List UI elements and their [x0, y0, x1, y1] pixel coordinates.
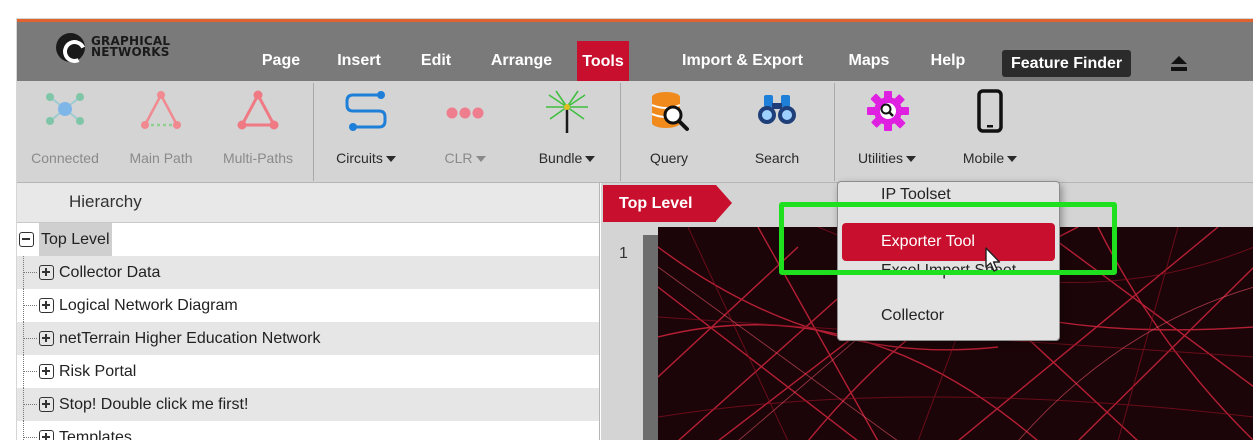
collapse-icon[interactable] — [19, 232, 34, 247]
chevron-down-icon — [1007, 156, 1018, 163]
menu-tools[interactable]: Tools — [577, 41, 629, 84]
database-query-icon — [651, 92, 689, 131]
tree-label[interactable]: Templates — [59, 421, 132, 440]
clr-label: CLR — [444, 150, 473, 166]
menu-item-collector[interactable]: Collector — [838, 299, 1059, 333]
chevron-down-icon — [585, 156, 596, 163]
expand-icon[interactable] — [39, 430, 54, 440]
menu-insert[interactable]: Insert — [320, 43, 398, 79]
menu-edit[interactable]: Edit — [408, 43, 464, 79]
tree-row[interactable]: Logical Network Diagram — [17, 289, 599, 322]
query-label: Query — [649, 150, 689, 166]
tree-row-top-level[interactable]: Top Level — [17, 223, 599, 256]
tree-row[interactable]: netTerrain Higher Education Network — [17, 322, 599, 355]
ribbon-separator — [313, 83, 314, 181]
main-path-icon — [141, 91, 181, 129]
chevron-down-icon — [906, 156, 917, 163]
tree-row[interactable]: Risk Portal — [17, 355, 599, 388]
utilities-label: Utilities — [857, 150, 904, 166]
menu-bar: GRAPHICAL NETWORKS Page Insert Edit Arra… — [17, 19, 1253, 84]
menu-page[interactable]: Page — [243, 43, 319, 79]
tree-row[interactable]: Stop! Double click me first! — [17, 388, 599, 421]
ribbon-separator — [620, 83, 621, 181]
connected-button[interactable]: Connected — [17, 81, 113, 183]
eject-icon[interactable] — [1171, 56, 1187, 71]
tree-label[interactable]: Collector Data — [59, 256, 160, 289]
circuits-icon — [345, 91, 387, 131]
connected-label: Connected — [31, 150, 99, 166]
menu-import-export[interactable]: Import & Export — [665, 43, 820, 79]
logo-text-line2: NETWORKS — [91, 45, 170, 59]
multi-paths-button[interactable]: Multi-Paths — [210, 81, 306, 183]
tree-row[interactable]: Collector Data — [17, 256, 599, 289]
search-button[interactable]: Search — [729, 81, 825, 183]
mobile-phone-icon — [977, 89, 1003, 133]
expand-icon[interactable] — [39, 397, 54, 412]
expand-icon[interactable] — [39, 331, 54, 346]
search-label: Search — [754, 150, 800, 166]
expand-icon[interactable] — [39, 364, 54, 379]
chevron-down-icon — [475, 156, 486, 163]
mouse-pointer-icon — [985, 247, 1001, 272]
tree-label[interactable]: Stop! Double click me first! — [59, 388, 248, 421]
connected-icon — [46, 93, 84, 125]
tree-label[interactable]: Risk Portal — [59, 355, 136, 388]
clr-icon — [446, 107, 484, 119]
expand-icon[interactable] — [39, 298, 54, 313]
tools-ribbon: Connected Main Path Multi-Paths Circuits… — [17, 81, 1253, 183]
graphical-networks-logo: GRAPHICAL NETWORKS — [56, 32, 170, 62]
hierarchy-pane: Hierarchy Top Level Collector Data Logic… — [17, 183, 600, 440]
page-tab-strip: 1 — [601, 227, 658, 440]
main-path-label: Main Path — [129, 150, 193, 166]
bundle-label: Bundle — [538, 150, 583, 166]
bundle-icon — [546, 90, 588, 133]
tree-label[interactable]: Logical Network Diagram — [59, 289, 238, 322]
ribbon-separator — [834, 83, 835, 181]
bundle-dropdown[interactable]: Bundle — [517, 81, 617, 183]
logo-mark-icon — [56, 32, 85, 62]
menu-maps[interactable]: Maps — [839, 43, 899, 79]
gear-utilities-icon — [867, 91, 909, 131]
mobile-dropdown[interactable]: Mobile — [942, 81, 1038, 183]
clr-dropdown[interactable]: CLR — [417, 81, 513, 183]
tree-label[interactable]: netTerrain Higher Education Network — [59, 322, 320, 355]
tree-label-top-level[interactable]: Top Level — [39, 223, 112, 256]
hierarchy-header: Hierarchy — [17, 183, 599, 223]
page-number[interactable]: 1 — [619, 245, 628, 263]
circuits-label: Circuits — [336, 150, 383, 166]
page-tab-handle[interactable] — [643, 235, 658, 440]
feature-finder-button[interactable]: Feature Finder — [1002, 50, 1132, 77]
menu-arrange[interactable]: Arrange — [479, 43, 564, 79]
tree-row[interactable]: Templates — [17, 421, 599, 440]
multi-paths-label: Multi-Paths — [222, 150, 294, 166]
chevron-down-icon — [385, 156, 396, 163]
utilities-dropdown[interactable]: Utilities — [839, 81, 935, 183]
binoculars-search-icon — [758, 95, 796, 124]
menu-help[interactable]: Help — [921, 43, 975, 79]
highlight-annotation-box — [779, 202, 1117, 275]
breadcrumb-top-level[interactable]: Top Level — [603, 185, 732, 222]
main-path-button[interactable]: Main Path — [115, 81, 207, 183]
mobile-label: Mobile — [962, 150, 1005, 166]
expand-icon[interactable] — [39, 265, 54, 280]
query-button[interactable]: Query — [624, 81, 714, 183]
multi-paths-icon — [237, 90, 279, 130]
circuits-dropdown[interactable]: Circuits — [317, 81, 415, 183]
